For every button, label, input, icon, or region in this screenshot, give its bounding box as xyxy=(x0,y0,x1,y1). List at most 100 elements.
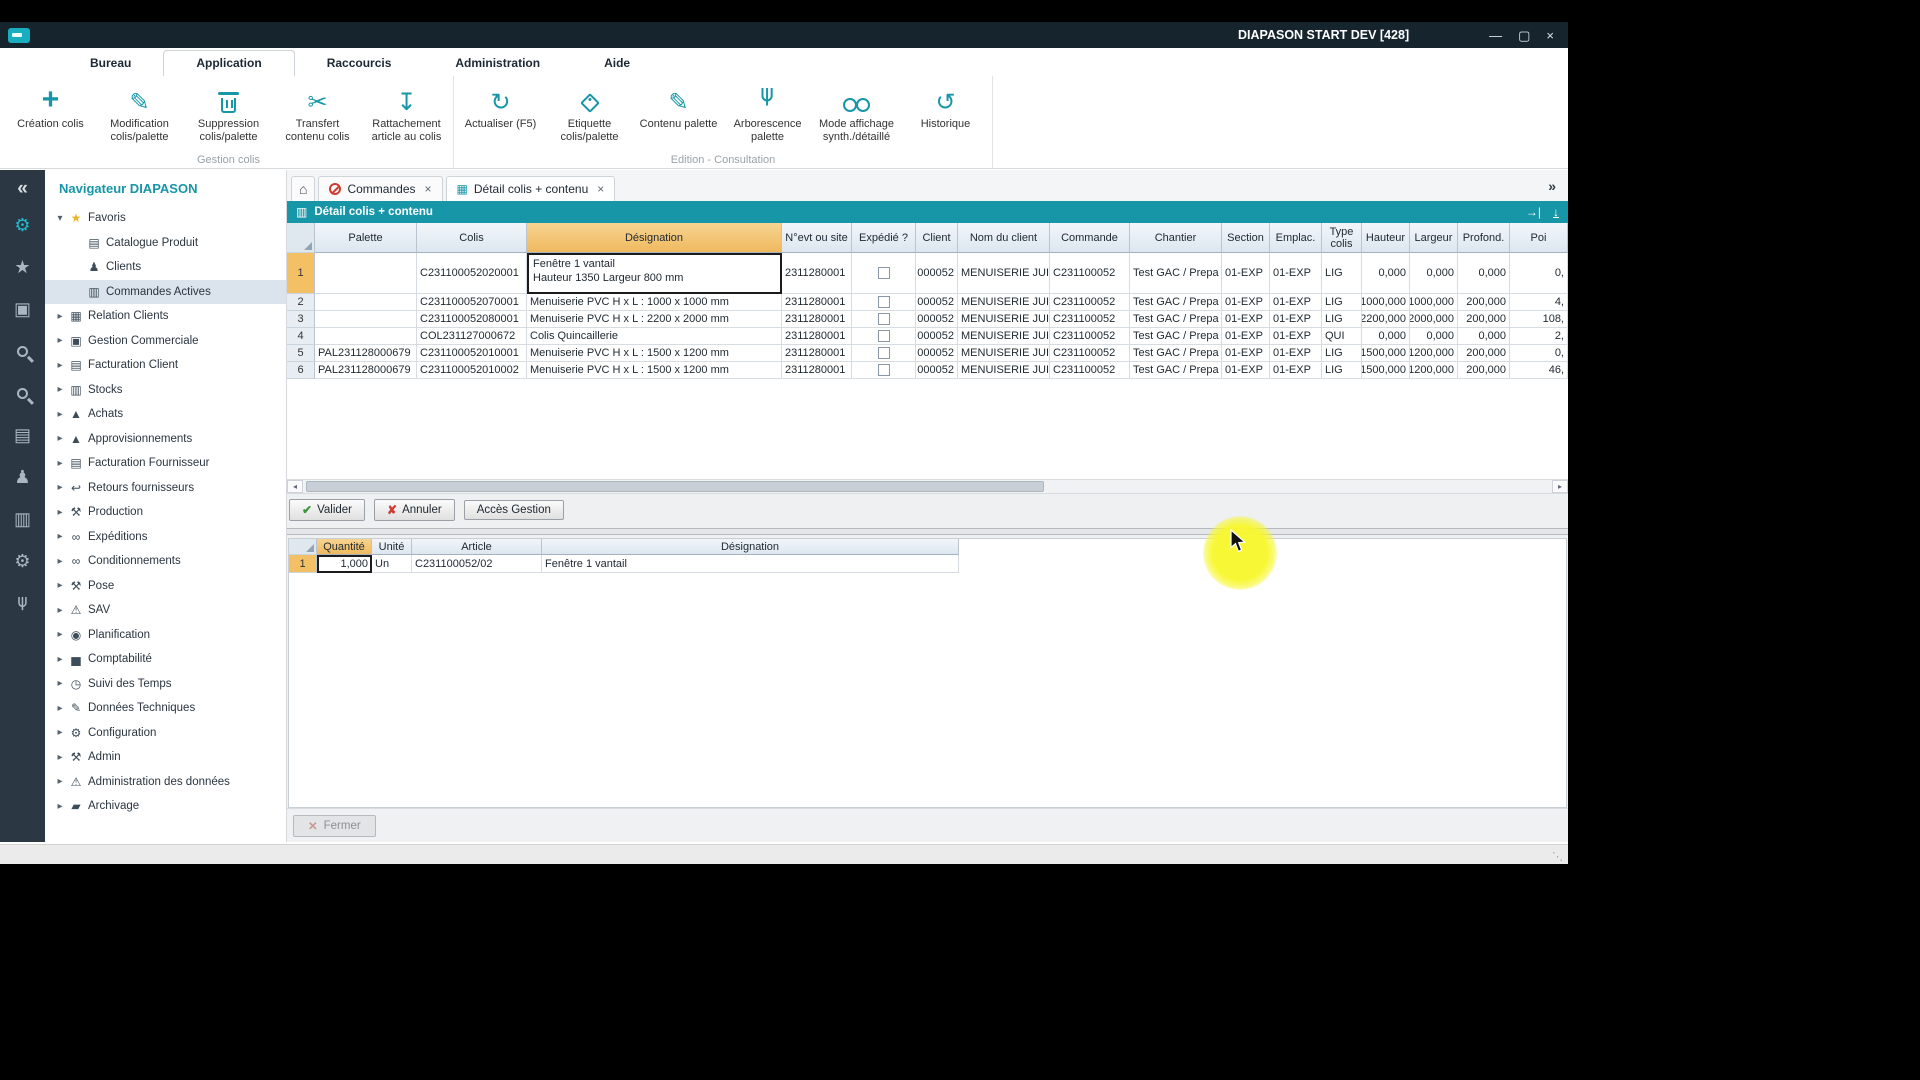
cell-client[interactable]: 000052 xyxy=(916,362,958,379)
collapse-sidebar-icon[interactable]: « xyxy=(0,174,45,204)
cell-type-colis[interactable]: LIG xyxy=(1322,345,1362,362)
ribbon-arborescence-palette-button[interactable]: ⋔Arborescence palette xyxy=(723,80,812,144)
cell-hauteur[interactable]: 1000,000 xyxy=(1362,294,1410,311)
nav-item-stocks[interactable]: ▸▥Stocks xyxy=(45,378,286,403)
cell-chantier[interactable]: Test GAC / Prepa xyxy=(1130,328,1222,345)
nav-item-production[interactable]: ▸⚒Production xyxy=(45,500,286,525)
grid-corner[interactable] xyxy=(289,539,317,555)
cell-n-evt-ou-site[interactable]: 2311280001 xyxy=(782,362,852,379)
cell-largeur[interactable]: 1200,000 xyxy=(1410,362,1458,379)
menu-administration[interactable]: Administration xyxy=(423,51,572,76)
scroll-right-icon[interactable]: ▸ xyxy=(1552,480,1568,493)
cell-palette[interactable] xyxy=(315,294,417,311)
packages-icon[interactable]: ▥ xyxy=(0,498,45,540)
restore-icon[interactable]: ▢ xyxy=(1518,29,1530,42)
nav-item-retours-fournisseurs[interactable]: ▸↩Retours fournisseurs xyxy=(45,476,286,501)
cell-expedie[interactable] xyxy=(852,328,916,345)
cell-quantite[interactable]: 1,000 xyxy=(317,555,372,573)
close-icon[interactable]: × xyxy=(1546,29,1554,42)
cell-profond[interactable]: 0,000 xyxy=(1458,253,1510,294)
cell-palette[interactable] xyxy=(315,311,417,328)
nav-item-suivi-des-temps[interactable]: ▸◷Suivi des Temps xyxy=(45,672,286,697)
nav-item-planification[interactable]: ▸◉Planification xyxy=(45,623,286,648)
nav-item-achats[interactable]: ▸▲Achats xyxy=(45,402,286,427)
column-header-colis[interactable]: Colis xyxy=(417,223,527,253)
checkbox-icon[interactable] xyxy=(878,330,890,342)
nav-item-relation-clients[interactable]: ▸▦Relation Clients xyxy=(45,304,286,329)
cell-poi[interactable]: 0, xyxy=(1510,345,1568,362)
cell-n-evt-ou-site[interactable]: 2311280001 xyxy=(782,345,852,362)
cell-client[interactable]: 000052 xyxy=(916,253,958,294)
cell-poi[interactable]: 108, xyxy=(1510,311,1568,328)
column-header-client[interactable]: Client xyxy=(916,223,958,253)
cell-commande[interactable]: C231100052 xyxy=(1050,362,1130,379)
nav-item-archivage[interactable]: ▸▰Archivage xyxy=(45,794,286,819)
row-number[interactable]: 2 xyxy=(287,294,315,311)
cell-unite[interactable]: Un xyxy=(372,555,412,573)
nav-item-catalogue-produit[interactable]: ▤Catalogue Produit xyxy=(45,231,286,256)
column-header-profond[interactable]: Profond. xyxy=(1458,223,1510,253)
grid-corner[interactable] xyxy=(287,223,315,253)
favorites-star-icon[interactable]: ★ xyxy=(0,246,45,288)
cell-palette[interactable] xyxy=(315,328,417,345)
tab-detail-colis-contenu[interactable]: ▦Détail colis + contenu× xyxy=(446,176,616,201)
cell-client[interactable]: 000052 xyxy=(916,311,958,328)
cell-type-colis[interactable]: LIG xyxy=(1322,253,1362,294)
nav-item-facturation-fournisseur[interactable]: ▸▤Facturation Fournisseur xyxy=(45,451,286,476)
cell-nom-du-client[interactable]: MENUISERIE JUI xyxy=(958,311,1050,328)
cell-article[interactable]: C231100052/02 xyxy=(412,555,542,573)
nav-item-sav[interactable]: ▸⚠SAV xyxy=(45,598,286,623)
cell-section[interactable]: 01-EXP xyxy=(1222,253,1270,294)
cell-profond[interactable]: 200,000 xyxy=(1458,294,1510,311)
desktop-icon[interactable]: ▣ xyxy=(0,288,45,330)
cell-client[interactable]: 000052 xyxy=(916,345,958,362)
cell-poi[interactable]: 46, xyxy=(1510,362,1568,379)
cell-expedie[interactable] xyxy=(852,253,916,294)
menu-raccourcis[interactable]: Raccourcis xyxy=(295,51,424,76)
hierarchy-icon[interactable]: ⋔ xyxy=(0,582,45,624)
cell-hauteur[interactable]: 0,000 xyxy=(1362,253,1410,294)
row-number[interactable]: 5 xyxy=(287,345,315,362)
nav-item-expeditions[interactable]: ▸∞Expéditions xyxy=(45,525,286,550)
ribbon-creation-colis-button[interactable]: +Création colis xyxy=(6,80,95,131)
checkbox-icon[interactable] xyxy=(878,296,890,308)
cell-section[interactable]: 01-EXP xyxy=(1222,294,1270,311)
cell-colis[interactable]: C231100052080001 xyxy=(417,311,527,328)
cell-colis[interactable]: C231100052010001 xyxy=(417,345,527,362)
cell-commande[interactable]: C231100052 xyxy=(1050,345,1130,362)
cell-hauteur[interactable]: 1500,000 xyxy=(1362,362,1410,379)
cell-expedie[interactable] xyxy=(852,311,916,328)
cell-emplac[interactable]: 01-EXP xyxy=(1270,328,1322,345)
ribbon-transfert-contenu-colis-button[interactable]: ✂Transfert contenu colis xyxy=(273,80,362,144)
valider-button[interactable]: ✔Valider xyxy=(289,499,365,521)
cell-poi[interactable]: 4, xyxy=(1510,294,1568,311)
cell-commande[interactable]: C231100052 xyxy=(1050,328,1130,345)
scrollbar-thumb[interactable] xyxy=(306,481,1044,492)
cell-designation[interactable]: Colis Quincaillerie xyxy=(527,328,782,345)
checkbox-icon[interactable] xyxy=(878,267,890,279)
cell-largeur[interactable]: 2000,000 xyxy=(1410,311,1458,328)
ribbon-modification-colis-palette-button[interactable]: ✎Modification colis/palette xyxy=(95,80,184,144)
cell-n-evt-ou-site[interactable]: 2311280001 xyxy=(782,328,852,345)
cell-emplac[interactable]: 01-EXP xyxy=(1270,345,1322,362)
cell-designation[interactable]: Menuiserie PVC H x L : 1500 x 1200 mm xyxy=(527,362,782,379)
cell-colis[interactable]: C231100052020001 xyxy=(417,253,527,294)
ribbon-historique-button[interactable]: ↺Historique xyxy=(901,80,990,131)
nav-item-comptabilite[interactable]: ▸▅Comptabilité xyxy=(45,647,286,672)
cell-emplac[interactable]: 01-EXP xyxy=(1270,253,1322,294)
column-header-palette[interactable]: Palette xyxy=(315,223,417,253)
tab-commandes[interactable]: Commandes× xyxy=(318,176,442,201)
cell-emplac[interactable]: 01-EXP xyxy=(1270,362,1322,379)
cell-hauteur[interactable]: 1500,000 xyxy=(1362,345,1410,362)
cell-type-colis[interactable]: LIG xyxy=(1322,311,1362,328)
column-header-hauteur[interactable]: Hauteur xyxy=(1362,223,1410,253)
nav-item-donnees-techniques[interactable]: ▸✎Données Techniques xyxy=(45,696,286,721)
cell-commande[interactable]: C231100052 xyxy=(1050,294,1130,311)
export-right-icon[interactable]: →| xyxy=(1526,205,1541,219)
search-icon[interactable] xyxy=(0,330,45,372)
cell-chantier[interactable]: Test GAC / Prepa xyxy=(1130,311,1222,328)
tab-home[interactable]: ⌂ xyxy=(291,176,315,201)
row-number[interactable]: 1 xyxy=(287,253,315,294)
menu-bureau[interactable]: Bureau xyxy=(58,51,163,76)
column-header-largeur[interactable]: Largeur xyxy=(1410,223,1458,253)
